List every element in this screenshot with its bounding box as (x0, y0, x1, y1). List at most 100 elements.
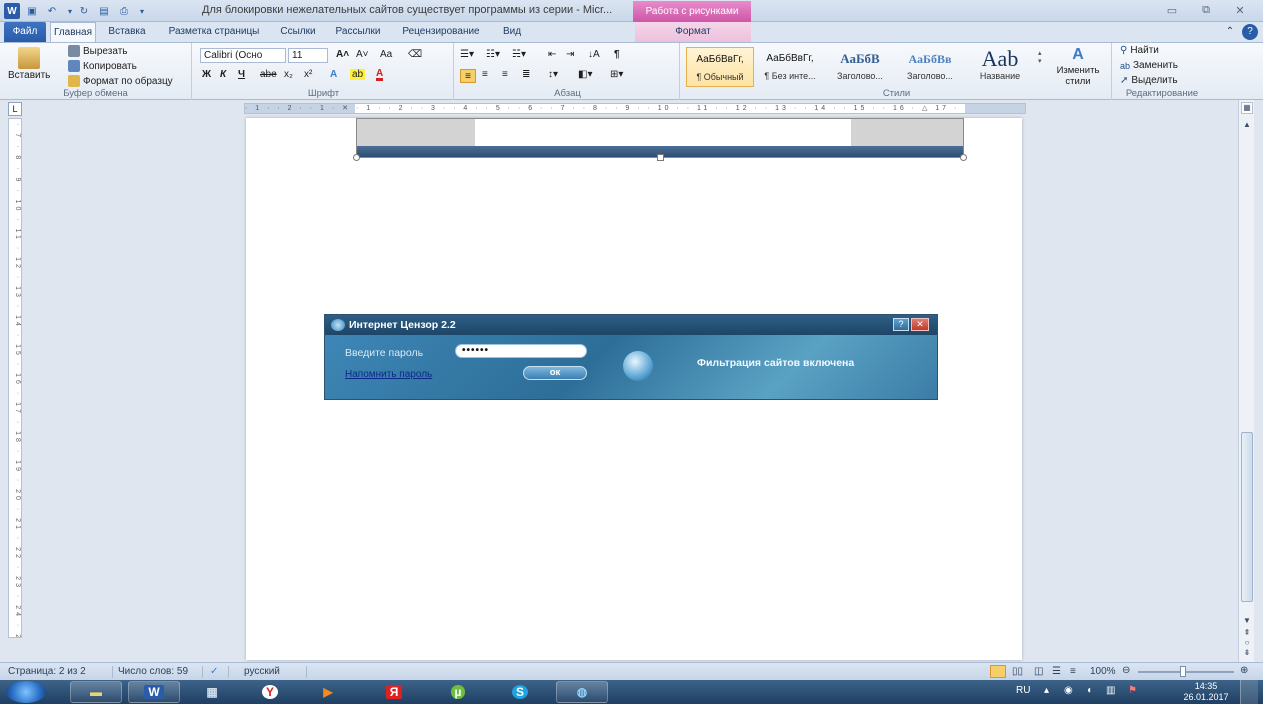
explorer-taskbar-icon[interactable]: ▬ (70, 681, 122, 703)
undo-icon[interactable]: ↶ (44, 3, 60, 19)
web-layout-icon[interactable]: ◫ (1034, 666, 1043, 677)
page-count[interactable]: Страница: 2 из 2 (8, 666, 86, 677)
tab-selector[interactable]: L (8, 102, 22, 116)
password-input[interactable]: •••••• (455, 344, 587, 358)
close-button[interactable]: ✕ (1230, 4, 1250, 18)
outline-icon[interactable]: ☰ (1052, 666, 1061, 677)
tab-insert[interactable]: Вставка (100, 22, 154, 42)
document-page[interactable]: Интернет Цензор 2.2 ? ✕ Введите пароль •… (246, 118, 1022, 660)
save-icon[interactable]: ▣ (24, 3, 40, 19)
volume-icon[interactable]: ◖ (1086, 685, 1092, 696)
italic-button[interactable]: К (220, 69, 226, 80)
scroll-thumb[interactable] (1241, 432, 1253, 602)
grow-font-button[interactable]: A˄ (336, 49, 349, 60)
scroll-up-icon[interactable]: ▲ (1241, 120, 1253, 130)
scroll-down-icon[interactable]: ▼ (1241, 616, 1253, 626)
word-app-icon[interactable]: W (4, 3, 20, 19)
align-left-icon[interactable]: ≡ (460, 69, 476, 83)
remind-password-link[interactable]: Напомнить пароль (345, 369, 432, 380)
zoom-slider-knob[interactable] (1180, 666, 1186, 677)
minimize-button[interactable]: ▭ (1162, 4, 1182, 18)
utorrent-taskbar-icon[interactable]: µ (432, 681, 484, 703)
media-player-taskbar-icon[interactable]: ▶ (302, 681, 354, 703)
tab-file[interactable]: Файл (4, 22, 46, 42)
style-title[interactable]: Aab Название (966, 47, 1034, 87)
style-heading-1[interactable]: АаБбВ Заголово... (826, 47, 894, 87)
next-page-icon[interactable]: ⇟ (1241, 648, 1253, 658)
redo-icon[interactable]: ↻ (76, 3, 92, 19)
proofing-icon[interactable]: ✓ (210, 666, 218, 677)
ruler-toggle-icon[interactable]: ▦ (1241, 102, 1253, 114)
tab-references[interactable]: Ссылки (272, 22, 324, 42)
internet-censor-image[interactable]: Интернет Цензор 2.2 ? ✕ Введите пароль •… (324, 314, 938, 400)
tab-format[interactable]: Формат (635, 22, 751, 42)
print-icon[interactable]: ⎙ (116, 3, 132, 19)
sort-icon[interactable]: ↓A (588, 49, 600, 60)
action-center-icon[interactable]: ⚑ (1128, 685, 1137, 696)
cut-button[interactable]: Вырезать (68, 45, 127, 57)
show-desktop-button[interactable] (1240, 680, 1258, 704)
shading-icon[interactable]: ◧▾ (578, 69, 592, 80)
select-button[interactable]: ➚ Выделить (1120, 75, 1178, 86)
superscript-button[interactable]: x² (304, 69, 312, 80)
tab-mailings[interactable]: Рассылки (328, 22, 388, 42)
font-size-combo[interactable]: 11 (288, 48, 328, 63)
subscript-button[interactable]: x₂ (284, 69, 293, 80)
strikethrough-button[interactable]: abe (260, 69, 277, 80)
zoom-slider[interactable] (1138, 671, 1234, 673)
align-right-icon[interactable]: ≡ (502, 69, 508, 80)
align-center-icon[interactable]: ≡ (482, 69, 488, 80)
keyboard-language[interactable]: RU (1016, 685, 1030, 696)
highlight-icon[interactable]: ab (350, 69, 366, 80)
resize-handle[interactable] (353, 154, 360, 161)
tab-view[interactable]: Вид (494, 22, 530, 42)
line-spacing-icon[interactable]: ↕▾ (548, 69, 558, 80)
ok-button[interactable]: ок (523, 366, 587, 380)
restore-button[interactable]: ⧉ (1196, 4, 1216, 18)
network-icon[interactable]: ▥ (1106, 685, 1115, 696)
font-name-combo[interactable]: Calibri (Осно (200, 48, 286, 63)
draft-icon[interactable]: ≡ (1070, 666, 1076, 677)
internet-censor-taskbar-icon[interactable]: ◍ (556, 681, 608, 703)
paste-button[interactable]: Вставить (8, 47, 50, 81)
word-count[interactable]: Число слов: 59 (118, 666, 188, 677)
zoom-in-icon[interactable]: ⊕ (1240, 665, 1248, 676)
replace-button[interactable]: ab Заменить (1120, 60, 1178, 71)
resize-handle[interactable] (657, 154, 664, 161)
zoom-level[interactable]: 100% (1090, 666, 1116, 677)
minimize-ribbon-icon[interactable]: ⌃ (1222, 22, 1238, 42)
tray-expand-icon[interactable]: ▴ (1044, 685, 1049, 696)
numbering-icon[interactable]: ☷▾ (486, 49, 500, 60)
shrink-font-button[interactable]: A˅ (356, 49, 369, 60)
bold-button[interactable]: Ж (202, 69, 211, 80)
text-effects-icon[interactable]: A (330, 69, 337, 80)
ruler-scale[interactable]: · 1 · · 2 · · 1 · ✕ · 1 · · 2 · · 3 · · … (244, 103, 1026, 114)
tab-home[interactable]: Главная (50, 22, 96, 42)
vertical-scrollbar[interactable]: ▦ ▲ ▼ ⇞ ○ ⇟ (1238, 100, 1254, 662)
style-heading-2[interactable]: АаБбВв Заголово... (896, 47, 964, 87)
system-clock[interactable]: 14:35 26.01.2017 (1180, 681, 1232, 703)
copy-button[interactable]: Копировать (68, 60, 137, 72)
help-icon[interactable]: ? (1242, 24, 1258, 40)
styles-scroll-icon[interactable]: ▴ ▾ (1038, 49, 1042, 65)
decrease-indent-icon[interactable]: ⇤ (548, 49, 556, 60)
dialog-help-button[interactable]: ? (893, 318, 909, 331)
multilevel-list-icon[interactable]: ☵▾ (512, 49, 526, 60)
print-layout-icon[interactable] (990, 665, 1006, 678)
language-indicator[interactable]: русский (244, 666, 280, 677)
skype-taskbar-icon[interactable]: S (494, 681, 546, 703)
tray-app-icon[interactable]: ◉ (1064, 685, 1073, 696)
previous-page-icon[interactable]: ⇞ (1241, 628, 1253, 638)
customize-toolbar-icon[interactable]: ▾ (134, 3, 150, 19)
show-marks-button[interactable]: ¶ (614, 49, 620, 60)
browse-object-icon[interactable]: ○ (1241, 638, 1253, 648)
full-screen-reading-icon[interactable]: ▯▯ (1012, 666, 1023, 677)
resize-handle[interactable] (960, 154, 967, 161)
style-no-spacing[interactable]: АаБбВвГг, ¶ Без инте... (756, 47, 824, 87)
justify-icon[interactable]: ≣ (522, 69, 530, 80)
borders-icon[interactable]: ⊞▾ (610, 69, 623, 80)
dialog-close-button[interactable]: ✕ (911, 318, 929, 331)
format-painter-button[interactable]: Формат по образцу (68, 75, 173, 87)
font-color-icon[interactable]: A (376, 69, 384, 81)
clear-formatting-icon[interactable]: ⌫ (408, 49, 422, 60)
